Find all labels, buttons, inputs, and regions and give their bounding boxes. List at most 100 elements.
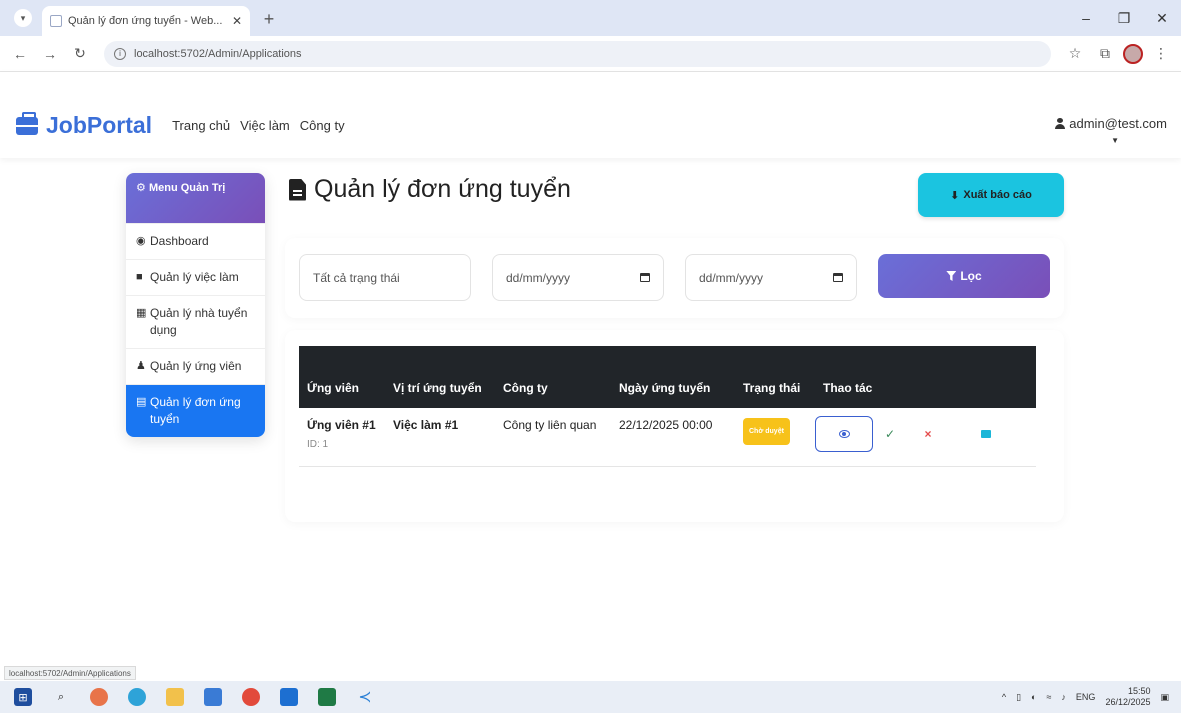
new-tab-icon[interactable]: + xyxy=(258,8,280,30)
filter-button[interactable]: Lọc xyxy=(878,254,1050,298)
sidebar-title: Menu Quản Trị xyxy=(148,182,226,194)
applications-table: Ứng viên Vị trí ứng tuyển Công ty Ngày ứ… xyxy=(299,346,1036,467)
cell-candidate: Ứng viên #1 ID: 1 xyxy=(299,408,385,467)
email-button[interactable] xyxy=(969,416,1003,452)
window-controls: – ❐ ✕ xyxy=(1067,0,1181,36)
file-icon: ▤ xyxy=(136,396,147,408)
minimize-icon[interactable]: – xyxy=(1067,0,1105,36)
approve-button[interactable]: ✓ xyxy=(873,416,907,452)
table-row: Ứng viên #1 ID: 1 Việc làm #1 Công ty li… xyxy=(299,408,1036,467)
sidebar-item-jobs[interactable]: ■ Quản lý việc làm xyxy=(126,259,265,295)
status-select[interactable]: Tất cả trạng thái xyxy=(299,254,471,301)
language-indicator[interactable]: ENG xyxy=(1076,692,1096,702)
sidebar-header: ⚙ Menu Quản Trị xyxy=(126,173,265,223)
cell-actions: ✓ × xyxy=(815,408,1036,467)
brand-logo[interactable]: JobPortal xyxy=(16,111,153,139)
from-date-input[interactable]: dd/mm/yyyy xyxy=(492,254,664,301)
from-date-placeholder: dd/mm/yyyy xyxy=(506,270,571,285)
view-button[interactable] xyxy=(815,416,873,452)
cogs-icon: ⚙ xyxy=(136,182,146,194)
applications-table-card: Ứng viên Vị trí ứng tuyển Công ty Ngày ứ… xyxy=(285,330,1064,522)
nav-link-home[interactable]: Trang chủ xyxy=(172,118,230,133)
cell-date: 22/12/2025 00:00 xyxy=(611,408,735,467)
profile-avatar[interactable] xyxy=(1123,43,1143,64)
address-bar: ← → ↻ i localhost:5702/Admin/Application… xyxy=(0,36,1181,72)
admin-sidebar: ⚙ Menu Quản Trị ◉ Dashboard ■ Quản lý vi… xyxy=(126,173,265,437)
file-icon xyxy=(289,178,306,201)
to-date-input[interactable]: dd/mm/yyyy xyxy=(685,254,857,301)
sidebar-item-dashboard[interactable]: ◉ Dashboard xyxy=(126,223,265,259)
reject-button[interactable]: × xyxy=(911,416,945,452)
excel-icon[interactable] xyxy=(318,688,336,706)
browser-menu-icon[interactable]: ⋮ xyxy=(1149,42,1173,66)
export-report-button[interactable]: ⬇ Xuất báo cáo xyxy=(918,173,1064,217)
forward-icon[interactable]: → xyxy=(38,42,62,66)
network-icon[interactable]: ◐ xyxy=(1031,692,1036,702)
color-app-icon[interactable] xyxy=(90,688,108,706)
sidebar-item-label: Quản lý đơn ứng tuyển xyxy=(150,395,241,426)
column-header-company: Công ty xyxy=(503,381,548,395)
battery-icon[interactable]: ▯ xyxy=(1016,692,1021,703)
sidebar-item-label: Quản lý nhà tuyển dụng xyxy=(150,306,248,337)
candidate-name: Ứng viên #1 xyxy=(307,418,376,432)
caret-down-icon[interactable]: ▼ xyxy=(1111,136,1119,145)
wifi-icon[interactable]: ≈ xyxy=(1046,692,1051,702)
maximize-icon[interactable]: ❐ xyxy=(1105,0,1143,36)
browser-tab[interactable]: Quản lý đơn ứng tuyển - Web... ✕ xyxy=(42,6,250,36)
app-icon[interactable] xyxy=(204,688,222,706)
calendar-icon[interactable] xyxy=(640,273,650,282)
extensions-icon[interactable]: ⧉ xyxy=(1093,42,1117,66)
site-info-icon[interactable]: i xyxy=(114,47,126,60)
clock-date: 26/12/2025 xyxy=(1105,697,1151,707)
sidebar-item-applications[interactable]: ▤ Quản lý đơn ứng tuyển xyxy=(126,384,265,437)
edge-icon[interactable] xyxy=(128,688,146,706)
check-icon: ✓ xyxy=(884,426,896,441)
vscode-icon[interactable]: ≺ xyxy=(356,688,374,706)
nav-link-companies[interactable]: Công ty xyxy=(300,118,345,133)
browser-status-bar: localhost:5702/Admin/Applications xyxy=(4,666,136,680)
download-icon: ⬇ xyxy=(950,189,960,202)
job-title: Việc làm #1 xyxy=(393,418,459,432)
browser-tab-bar: ▾ Quản lý đơn ứng tuyển - Web... ✕ + – ❐… xyxy=(0,0,1181,36)
url-input[interactable]: i localhost:5702/Admin/Applications xyxy=(104,40,1051,67)
close-tab-icon[interactable]: ✕ xyxy=(232,14,242,28)
row-actions: ✓ × xyxy=(815,416,1028,452)
page-title-text: Quản lý đơn ứng tuyển xyxy=(314,175,571,203)
calendar-icon[interactable] xyxy=(833,273,843,282)
candidate-id: ID: 1 xyxy=(307,439,329,450)
close-window-icon[interactable]: ✕ xyxy=(1143,0,1181,36)
cell-position: Việc làm #1 xyxy=(385,408,495,467)
reload-icon[interactable]: ↻ xyxy=(68,42,92,66)
cell-status: Chờ duyệt xyxy=(735,408,815,467)
chrome-icon[interactable] xyxy=(242,688,260,706)
chevron-up-icon[interactable]: ^ xyxy=(1002,692,1006,702)
clock[interactable]: 15:50 26/12/2025 xyxy=(1105,686,1150,708)
column-header-actions: Thao tác xyxy=(823,381,873,395)
site-navbar: JobPortal Trang chủ Việc làm Công ty adm… xyxy=(0,72,1181,158)
user-email: admin@test.com xyxy=(1069,116,1167,131)
notification-icon[interactable]: ▣ xyxy=(1160,692,1169,703)
bookmark-star-icon[interactable]: ☆ xyxy=(1063,42,1087,66)
tab-search-icon[interactable]: ▾ xyxy=(14,9,32,27)
column-header-status: Trạng thái xyxy=(743,381,801,395)
windows-start-icon[interactable]: ⊞ xyxy=(14,688,32,706)
user-icon xyxy=(1055,118,1066,129)
building-icon: ▦ xyxy=(136,307,147,319)
column-header-candidate: Ứng viên xyxy=(307,381,359,395)
sidebar-item-employers[interactable]: ▦ Quản lý nhà tuyển dụng xyxy=(126,295,265,348)
word-icon[interactable] xyxy=(280,688,298,706)
page-title: Quản lý đơn ứng tuyển xyxy=(289,175,571,204)
file-explorer-icon[interactable] xyxy=(166,688,184,706)
gauge-icon: ◉ xyxy=(136,235,146,247)
sidebar-item-candidates[interactable]: ♟ Quản lý ứng viên xyxy=(126,348,265,384)
search-icon[interactable]: ⌕ xyxy=(52,688,70,706)
to-date-placeholder: dd/mm/yyyy xyxy=(699,270,764,285)
volume-icon[interactable]: ♪ xyxy=(1061,692,1066,702)
favicon-icon xyxy=(50,15,62,27)
user-menu[interactable]: admin@test.com xyxy=(1055,116,1167,131)
back-icon[interactable]: ← xyxy=(8,42,32,66)
sidebar-item-label: Dashboard xyxy=(150,234,209,248)
nav-link-jobs[interactable]: Việc làm xyxy=(240,118,290,133)
brand-name: JobPortal xyxy=(46,112,153,138)
filter-card: Tất cả trạng thái dd/mm/yyyy dd/mm/yyyy … xyxy=(285,238,1064,318)
